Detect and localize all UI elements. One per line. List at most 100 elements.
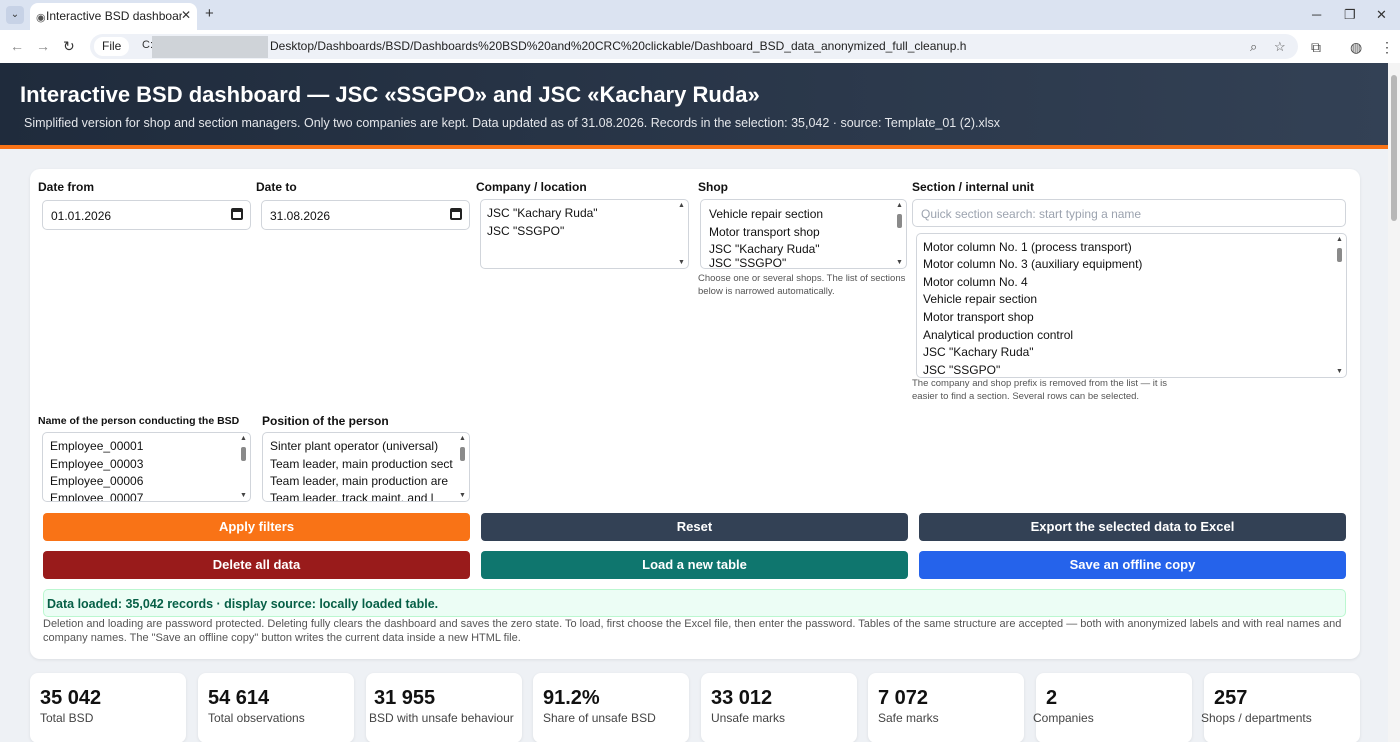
scroll-up-icon[interactable]: ▲: [678, 202, 685, 209]
listbox-scrollbar[interactable]: ▲ ▼: [678, 202, 685, 266]
list-item[interactable]: Employee_00001: [50, 439, 143, 453]
date-to-input[interactable]: 31.08.2026: [261, 200, 470, 230]
kpi-card: 33 012 Unsafe marks: [701, 673, 857, 742]
page-scroll-thumb[interactable]: [1391, 75, 1397, 221]
kpi-card: 35 042 Total BSD: [30, 673, 186, 742]
section-listbox[interactable]: Motor column No. 1 (process transport) M…: [916, 233, 1347, 378]
listbox-scroll-thumb[interactable]: [897, 214, 902, 228]
person-listbox[interactable]: Employee_00001 Employee_00003 Employee_0…: [42, 432, 251, 502]
load-new-table-button[interactable]: Load a new table: [481, 551, 908, 579]
kpi-label: Total BSD: [40, 711, 94, 725]
list-item[interactable]: Employee_00006: [50, 474, 143, 488]
listbox-scroll-thumb[interactable]: [1337, 248, 1342, 262]
kpi-card: 31 955 BSD with unsafe behaviour: [366, 673, 522, 742]
page-scrollbar[interactable]: [1388, 63, 1400, 742]
reset-button[interactable]: Reset: [481, 513, 908, 541]
maximize-icon[interactable]: ❐: [1344, 7, 1356, 23]
export-excel-button[interactable]: Export the selected data to Excel: [919, 513, 1346, 541]
status-message-box: Data loaded: 35,042 records · display so…: [43, 589, 1346, 617]
kpi-value: 257: [1214, 687, 1248, 709]
list-item[interactable]: Motor transport shop: [709, 225, 820, 239]
delete-all-data-button[interactable]: Delete all data: [43, 551, 470, 579]
apply-filters-button[interactable]: Apply filters: [43, 513, 470, 541]
list-item[interactable]: JSC "Kachary Ruda": [923, 345, 1034, 359]
more-menu-icon[interactable]: ⋮: [1380, 39, 1394, 56]
list-item[interactable]: Team leader, track maint. and l: [270, 491, 458, 501]
url-text: Desktop/Dashboards/BSD/Dashboards%20BSD%…: [270, 39, 967, 53]
kpi-card: 2 Companies: [1033, 673, 1192, 742]
list-item[interactable]: Motor transport shop: [923, 310, 1034, 324]
back-icon[interactable]: ←: [10, 38, 24, 54]
address-bar[interactable]: File C: Desktop/Dashboards/BSD/Dashboard…: [90, 34, 1298, 59]
list-item[interactable]: JSC "SSGPO": [923, 363, 1000, 377]
kpi-label: Total observations: [208, 711, 305, 725]
shop-hint: Choose one or several shops. The list of…: [698, 273, 906, 297]
tab-title: Interactive BSD dashboard: [46, 9, 182, 23]
shop-listbox[interactable]: Vehicle repair section Motor transport s…: [700, 199, 907, 269]
scroll-up-icon[interactable]: ▲: [459, 435, 466, 442]
scroll-up-icon[interactable]: ▲: [896, 202, 903, 209]
list-item[interactable]: Team leader, main production are: [270, 474, 458, 488]
calendar-icon[interactable]: [231, 208, 243, 220]
extensions-icon[interactable]: ⧉: [1311, 39, 1321, 56]
list-item[interactable]: JSC "SSGPO": [487, 224, 564, 238]
list-item[interactable]: Employee_00003: [50, 457, 143, 471]
scroll-down-icon[interactable]: ▼: [896, 259, 903, 266]
new-tab-icon[interactable]: +: [205, 5, 214, 22]
scroll-down-icon[interactable]: ▼: [240, 492, 247, 499]
save-offline-copy-button[interactable]: Save an offline copy: [919, 551, 1346, 579]
scroll-down-icon[interactable]: ▼: [459, 492, 466, 499]
window-close-icon[interactable]: ✕: [1376, 7, 1387, 23]
reload-icon[interactable]: ↻: [63, 38, 75, 55]
list-item[interactable]: Motor column No. 3 (auxiliary equipment): [923, 257, 1142, 271]
list-item[interactable]: Employee_00007: [50, 491, 143, 501]
tab-close-icon[interactable]: ✕: [181, 8, 191, 22]
listbox-scrollbar[interactable]: ▲ ▼: [240, 435, 247, 499]
listbox-scroll-thumb[interactable]: [241, 447, 246, 461]
calendar-icon[interactable]: [450, 208, 462, 220]
kpi-label: Share of unsafe BSD: [543, 711, 656, 725]
listbox-scrollbar[interactable]: ▲ ▼: [1336, 236, 1343, 375]
list-item[interactable]: JSC "Kachary Ruda": [487, 206, 598, 220]
list-item[interactable]: Analytical production control: [923, 328, 1073, 342]
kpi-value: 91.2%: [543, 687, 600, 709]
list-item[interactable]: JSC "SSGPO": [709, 256, 786, 268]
date-from-input[interactable]: 01.01.2026: [42, 200, 251, 230]
scroll-up-icon[interactable]: ▲: [1336, 236, 1343, 243]
list-item[interactable]: Motor column No. 1 (process transport): [923, 240, 1132, 254]
list-item[interactable]: Vehicle repair section: [709, 207, 823, 221]
listbox-scrollbar[interactable]: ▲ ▼: [459, 435, 466, 499]
kpi-label: BSD with unsafe behaviour: [369, 711, 514, 725]
zoom-icon[interactable]: ⌕: [1250, 39, 1257, 55]
scroll-down-icon[interactable]: ▼: [678, 259, 685, 266]
position-listbox[interactable]: Sinter plant operator (universal) Team l…: [262, 432, 470, 502]
kpi-label: Companies: [1033, 711, 1094, 725]
scroll-down-icon[interactable]: ▼: [1336, 368, 1343, 375]
profile-icon[interactable]: ◍: [1350, 39, 1362, 56]
status-note: Deletion and loading are password protec…: [43, 618, 1342, 644]
minimize-icon[interactable]: ─: [1312, 7, 1321, 22]
list-item[interactable]: Motor column No. 4: [923, 275, 1028, 289]
listbox-scroll-thumb[interactable]: [460, 447, 465, 461]
shop-label: Shop: [698, 180, 728, 194]
globe-icon: ◉: [36, 12, 46, 24]
list-item[interactable]: JSC "Kachary Ruda": [709, 242, 820, 256]
status-message: Data loaded: 35,042 records · display so…: [47, 597, 439, 611]
kpi-label: Safe marks: [878, 711, 939, 725]
bookmark-star-icon[interactable]: ☆: [1274, 39, 1286, 55]
forward-icon[interactable]: →: [36, 38, 50, 54]
list-item[interactable]: Team leader, main production sect: [270, 457, 458, 471]
browser-tab[interactable]: ◉ Interactive BSD dashboard ✕: [30, 3, 197, 30]
list-item[interactable]: Sinter plant operator (universal): [270, 439, 458, 453]
page-subtitle: Simplified version for shop and section …: [24, 116, 1001, 130]
scroll-up-icon[interactable]: ▲: [240, 435, 247, 442]
list-item[interactable]: Vehicle repair section: [923, 292, 1037, 306]
file-chip[interactable]: File: [94, 37, 130, 56]
company-listbox[interactable]: JSC "Kachary Ruda" JSC "SSGPO" ▲ ▼: [480, 199, 689, 269]
kpi-value: 33 012: [711, 687, 773, 709]
listbox-scrollbar[interactable]: ▲ ▼: [896, 202, 903, 266]
section-hint: The company and shop prefix is removed f…: [912, 378, 1168, 402]
section-search-input[interactable]: Quick section search: start typing a nam…: [912, 199, 1346, 227]
browser-tabstrip: ⌄ ◉ Interactive BSD dashboard ✕ + ─ ❐ ✕: [0, 0, 1400, 30]
tab-search-chevron-icon[interactable]: ⌄: [6, 6, 24, 24]
